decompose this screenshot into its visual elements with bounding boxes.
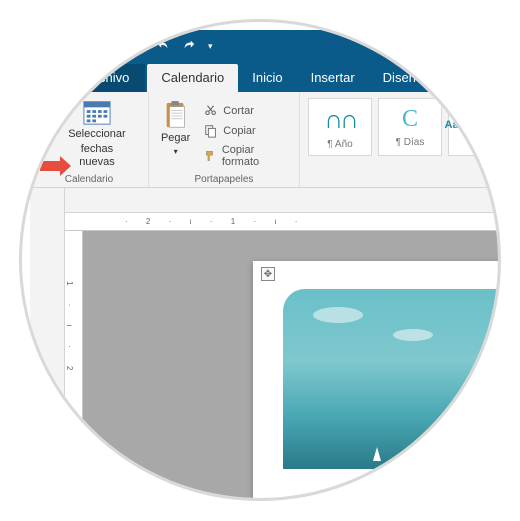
red-arrow-annotation [38,155,72,182]
tab-home[interactable]: Inicio [238,64,296,92]
select-dates-label-2: fechas nuevas [64,143,130,169]
brush-icon [204,149,217,163]
redo-icon[interactable] [182,38,196,55]
quick-access-toolbar: ▾ [30,30,520,62]
style-days-label: ¶ Días [396,137,425,148]
save-icon[interactable] [130,38,144,55]
clipboard-icon [163,100,189,130]
vertical-ruler[interactable]: 1 · ı · 2 [65,231,83,520]
style-year[interactable]: ∩∩ ¶ Año [308,98,372,156]
format-painter-button[interactable]: Copiar formato [200,142,291,170]
move-handle-icon[interactable]: ✥ [261,267,275,281]
boat-decoration [373,447,381,461]
copy-button[interactable]: Copiar [200,122,291,140]
style-year-label: ¶ Año [327,139,352,150]
style-year-preview: ∩∩ [324,105,356,135]
cloud-decoration [313,307,363,323]
paste-label: Pegar▾ [161,132,190,158]
tab-design[interactable]: Diseño [369,64,437,92]
style-days[interactable]: C ¶ Días [378,98,442,156]
style-normal-preview: AaBbCcDdEe [445,119,516,131]
gutter-top [30,188,520,213]
group-label-clipboard: Portapapeles [149,174,299,185]
document-canvas[interactable]: ✥ [83,231,520,520]
ribbon-tabs: Archivo Calendario Inicio Insertar Diseñ… [30,62,520,92]
qat-dropdown-icon[interactable]: ▾ [208,41,213,52]
ribbon-group-clipboard: Pegar▾ Cortar Copiar Copiar formato Port… [149,92,300,187]
undo-icon[interactable] [156,38,170,55]
copy-icon [204,124,218,138]
cloud-decoration [393,329,433,341]
select-dates-label-1: Seleccionar [68,128,125,141]
style-normal[interactable]: AaBbCcDdEe [448,98,512,156]
cut-button[interactable]: Cortar [200,102,291,120]
tab-calendar[interactable]: Calendario [147,64,238,92]
horizontal-ruler[interactable]: · 2 · ı · 1 · ı · [65,213,520,231]
scissors-icon [204,104,218,118]
paste-button[interactable]: Pegar▾ [157,98,194,160]
tab-file[interactable]: Archivo [70,64,145,92]
gutter-left [30,188,65,520]
calendar-icon [82,98,112,126]
tab-format[interactable]: Forma [437,64,503,92]
tab-insert[interactable]: Insertar [297,64,369,92]
ribbon: Seleccionar fechas nuevas Calendario Peg… [30,92,520,188]
calendar-image[interactable] [283,289,513,469]
ribbon-group-styles: ∩∩ ¶ Año C ¶ Días AaBbCcDdEe [300,92,520,187]
style-days-preview: C [402,106,418,133]
